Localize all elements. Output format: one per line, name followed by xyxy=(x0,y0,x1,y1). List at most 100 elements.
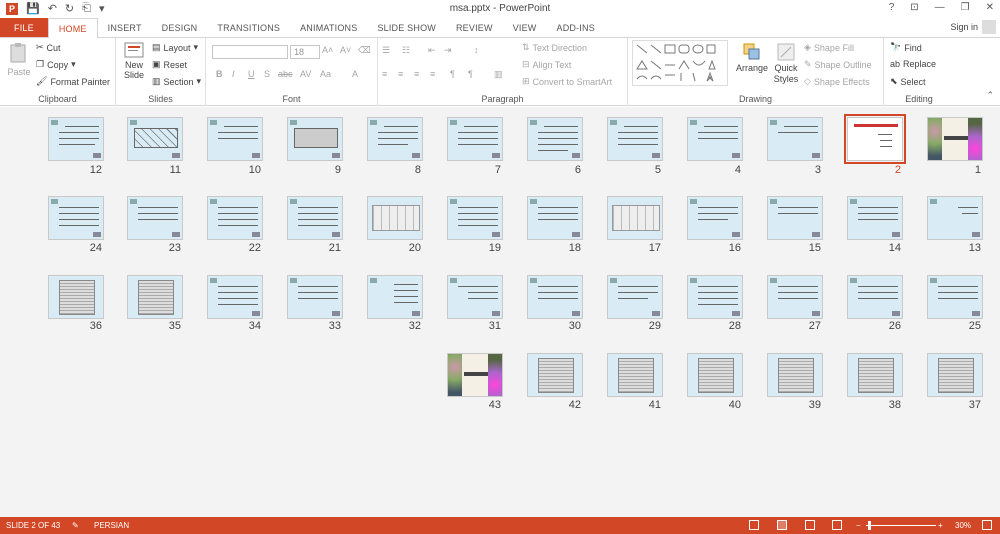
section-button[interactable]: ▥ Section ▾ xyxy=(152,76,201,87)
slide-thumbnail[interactable] xyxy=(447,353,503,397)
decrease-font-size-button[interactable]: A˅ xyxy=(340,45,351,55)
slide-thumbnail[interactable] xyxy=(367,196,423,240)
slide-thumbnail[interactable] xyxy=(607,275,663,319)
italic-button[interactable]: I xyxy=(232,69,235,79)
slide-thumbnail[interactable] xyxy=(847,196,903,240)
slide-thumbnail[interactable] xyxy=(527,117,583,161)
align-text-button[interactable]: ⊟ Align Text xyxy=(522,59,571,70)
layout-button[interactable]: ▤ Layout ▾ xyxy=(152,42,198,53)
slide-show-view-icon[interactable] xyxy=(832,520,842,530)
paste-button[interactable]: Paste xyxy=(6,42,32,77)
slide-thumbnail[interactable] xyxy=(927,196,983,240)
sign-in-link[interactable]: Sign in xyxy=(950,22,978,32)
shapes-gallery[interactable] xyxy=(632,40,728,86)
shadow-button[interactable]: S xyxy=(264,69,270,79)
arrange-button[interactable]: Arrange xyxy=(736,42,768,73)
zoom-in-icon[interactable]: + xyxy=(938,521,943,530)
help-icon[interactable]: ? xyxy=(889,2,895,13)
slide-thumbnail[interactable] xyxy=(447,117,503,161)
slide-thumbnail[interactable] xyxy=(127,196,183,240)
slide-thumbnail[interactable] xyxy=(527,196,583,240)
language-indicator[interactable]: PERSIAN xyxy=(94,521,129,530)
slide-thumbnail[interactable] xyxy=(287,196,343,240)
slide-thumbnail[interactable] xyxy=(927,275,983,319)
font-size-field[interactable]: 18 xyxy=(290,45,320,59)
zoom-level[interactable]: 30% xyxy=(955,521,971,530)
slide-thumbnail[interactable] xyxy=(527,353,583,397)
slide-thumbnail[interactable] xyxy=(287,275,343,319)
convert-smartart-button[interactable]: ⊞ Convert to SmartArt xyxy=(522,76,612,87)
justify-icon[interactable]: ≡ xyxy=(430,69,435,79)
ribbon-display-options-icon[interactable]: ⊡ xyxy=(910,2,918,13)
change-case-button[interactable]: Aa xyxy=(320,69,331,79)
font-name-field[interactable] xyxy=(212,45,288,59)
slide-thumbnail[interactable] xyxy=(367,117,423,161)
tab-add-ins[interactable]: ADD-INS xyxy=(547,18,605,37)
tab-file[interactable]: FILE xyxy=(0,18,48,37)
slide-thumbnail[interactable] xyxy=(687,117,743,161)
copy-button[interactable]: ❐ Copy ▾ xyxy=(36,59,76,70)
decrease-indent-icon[interactable]: ⇤ xyxy=(428,45,436,56)
slide-thumbnail[interactable] xyxy=(927,117,983,161)
numbering-icon[interactable]: ☷ xyxy=(402,45,410,56)
slide-thumbnail[interactable] xyxy=(447,275,503,319)
zoom-slider-handle[interactable] xyxy=(868,521,871,530)
tab-design[interactable]: DESIGN xyxy=(152,18,208,37)
align-left-icon[interactable]: ≡ xyxy=(382,69,387,79)
slide-thumbnail[interactable] xyxy=(127,117,183,161)
slide-thumbnail[interactable] xyxy=(607,117,663,161)
shape-effects-button[interactable]: ◇ Shape Effects xyxy=(804,76,870,87)
rtl-icon[interactable]: ¶ xyxy=(450,69,455,79)
increase-font-size-button[interactable]: A˄ xyxy=(322,45,333,55)
chevron-down-icon[interactable]: ▾ xyxy=(71,59,76,70)
slide-thumbnail[interactable] xyxy=(847,275,903,319)
slide-thumbnail[interactable] xyxy=(207,117,263,161)
character-spacing-button[interactable]: AV xyxy=(300,69,311,79)
font-color-button[interactable]: A xyxy=(352,69,358,79)
replace-button[interactable]: ab Replace xyxy=(890,59,936,69)
avatar[interactable] xyxy=(982,20,996,34)
slide-thumbnail[interactable] xyxy=(367,275,423,319)
slide-thumbnail[interactable] xyxy=(767,117,823,161)
slide-thumbnail[interactable] xyxy=(927,353,983,397)
select-button[interactable]: ⬉ Select xyxy=(890,76,926,87)
spell-check-icon[interactable]: ✎ xyxy=(72,521,79,530)
tab-home[interactable]: HOME xyxy=(47,18,98,39)
strikethrough-button[interactable]: abc xyxy=(278,69,293,79)
cut-button[interactable]: ✂ Cut xyxy=(36,42,61,53)
slide-thumbnail[interactable] xyxy=(767,275,823,319)
tab-insert[interactable]: INSERT xyxy=(98,18,152,37)
slide-thumbnail[interactable] xyxy=(127,275,183,319)
underline-button[interactable]: U xyxy=(248,69,255,79)
reading-view-icon[interactable] xyxy=(805,520,815,530)
slide-thumbnail[interactable] xyxy=(48,196,104,240)
bullets-icon[interactable]: ☰ xyxy=(382,45,390,56)
line-spacing-icon[interactable]: ↕ xyxy=(474,45,479,55)
slide-thumbnail[interactable] xyxy=(207,196,263,240)
normal-view-icon[interactable] xyxy=(749,520,759,530)
tab-view[interactable]: VIEW xyxy=(503,18,547,37)
slide-thumbnail[interactable] xyxy=(607,353,663,397)
fit-to-window-icon[interactable] xyxy=(982,520,992,530)
slide-sorter-view-icon[interactable] xyxy=(777,520,787,530)
text-direction-button[interactable]: ⇅ Text Direction xyxy=(522,42,587,53)
slide-thumbnail[interactable] xyxy=(527,275,583,319)
reset-button[interactable]: ▣ Reset xyxy=(152,59,187,70)
close-icon[interactable]: ✕ xyxy=(986,2,994,13)
slide-thumbnail[interactable] xyxy=(207,275,263,319)
slide-thumbnail[interactable] xyxy=(287,117,343,161)
tab-slide-show[interactable]: SLIDE SHOW xyxy=(367,18,446,37)
format-painter-button[interactable]: 🖌 Format Painter xyxy=(36,76,110,87)
find-button[interactable]: 🔭 Find xyxy=(890,42,922,53)
slide-thumbnail[interactable] xyxy=(48,275,104,319)
slide-thumbnail[interactable] xyxy=(767,196,823,240)
slide-thumbnail-selected[interactable] xyxy=(844,114,906,164)
minimize-icon[interactable]: — xyxy=(935,2,945,13)
slide-thumbnail[interactable] xyxy=(607,196,663,240)
align-right-icon[interactable]: ≡ xyxy=(414,69,419,79)
slide-thumbnail[interactable] xyxy=(687,275,743,319)
shape-outline-button[interactable]: ✎ Shape Outline xyxy=(804,59,872,70)
collapse-ribbon-icon[interactable]: ⌃ xyxy=(986,90,994,101)
zoom-out-icon[interactable]: − xyxy=(856,521,861,530)
slide-thumbnail[interactable] xyxy=(48,117,104,161)
